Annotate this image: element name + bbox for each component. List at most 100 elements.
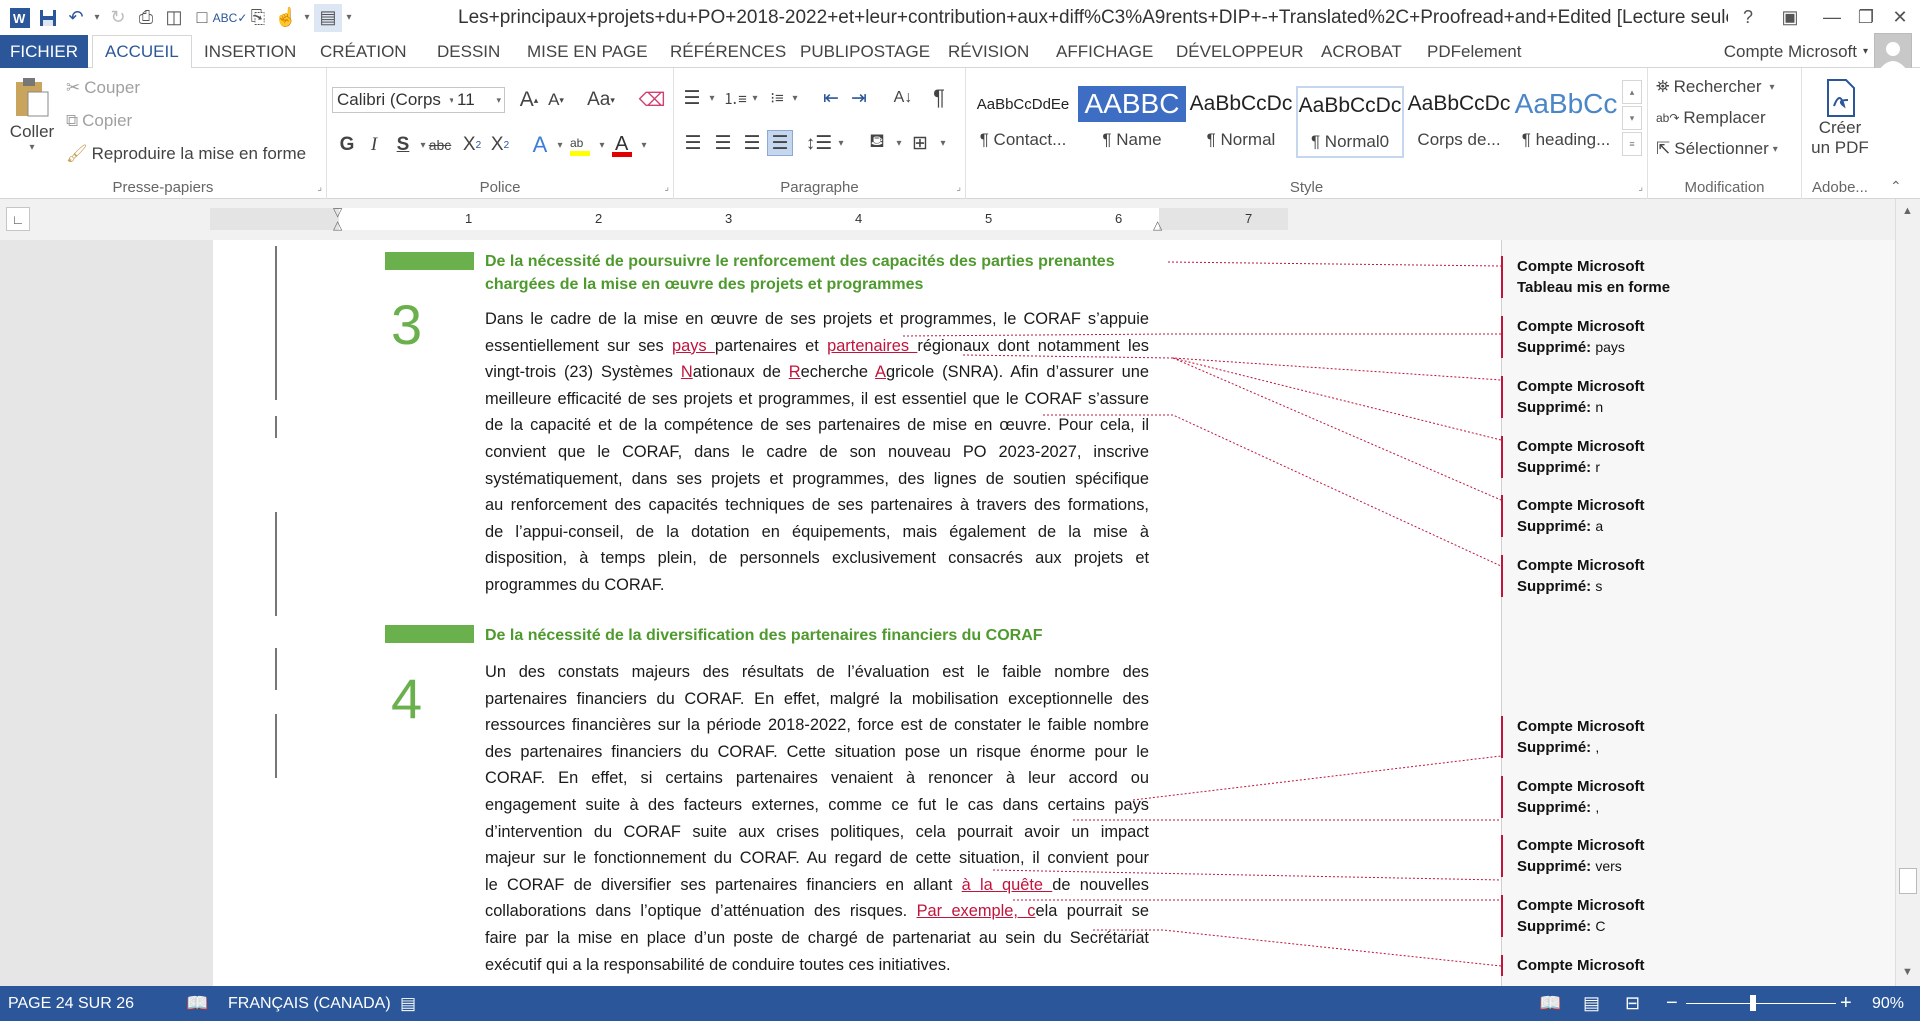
copy-button[interactable]: ⧉ Copier [66, 111, 132, 131]
horizontal-ruler[interactable]: ▽ △ △ 1 2 3 4 5 6 7 [210, 205, 1288, 232]
tab-dessin[interactable]: DESSIN [437, 35, 500, 68]
change-case-button[interactable]: Aa ▾ [581, 87, 621, 113]
align-center-icon[interactable]: ☰ [710, 130, 736, 156]
revision-balloon[interactable]: Compte Microsoft [1501, 955, 1801, 976]
zoom-level[interactable]: 90% [1872, 986, 1904, 1021]
tab-insertion[interactable]: INSERTION [204, 35, 296, 68]
revision-balloon[interactable]: Compte Microsoft Supprimé: C [1501, 895, 1801, 937]
paragraph-launcher-icon[interactable]: ⌟ [956, 182, 961, 193]
print-setup-icon[interactable]: ⎘ [244, 4, 272, 32]
tab-pdfelement[interactable]: PDFelement [1427, 35, 1521, 68]
font-launcher-icon[interactable]: ⌟ [664, 182, 669, 193]
create-pdf-button[interactable]: Créer un PDF [1806, 78, 1874, 158]
font-name-combo[interactable]: Calibri (Corps ▾ [332, 87, 458, 113]
account-menu[interactable]: Compte Microsoft ▾ [1724, 35, 1868, 68]
superscript-button[interactable]: X2 [487, 132, 513, 158]
document-page[interactable]: 3 De la nécessité de poursuivre le renfo… [213, 240, 1895, 986]
revision-balloon[interactable]: Compte Microsoft Supprimé: , [1501, 776, 1801, 818]
tab-developpeur[interactable]: DÉVELOPPEUR [1176, 35, 1304, 68]
redo-icon[interactable]: ↻ [104, 4, 132, 32]
style-contact[interactable]: AaBbCcDdEe ¶ Contact... [969, 86, 1077, 158]
left-indent-marker-icon[interactable]: △ [333, 218, 342, 232]
tab-references[interactable]: RÉFÉRENCES [670, 35, 786, 68]
scroll-down-icon[interactable]: ▼ [1902, 966, 1913, 978]
first-indent-marker-icon[interactable]: ▽ [333, 205, 342, 219]
undo-dropdown-icon[interactable]: ▾ [90, 12, 104, 23]
revision-balloon[interactable]: Compte Microsoft Supprimé: n [1501, 376, 1801, 418]
increase-indent-icon[interactable]: ⇥ [846, 85, 872, 111]
tab-publipostage[interactable]: PUBLIPOSTAGE [800, 35, 930, 68]
help-icon[interactable]: ? [1728, 0, 1768, 35]
style-normal0[interactable]: AaBbCcDc ¶ Normal0 [1296, 86, 1404, 158]
print-icon[interactable]: ⎙ [132, 4, 160, 32]
undo-icon[interactable]: ↶ [62, 4, 90, 32]
clipboard-launcher-icon[interactable]: ⌟ [317, 182, 322, 193]
revision-balloon[interactable]: Compte Microsoft Supprimé: a [1501, 495, 1801, 537]
style-normal[interactable]: AaBbCcDc ¶ Normal [1187, 86, 1295, 158]
save-icon[interactable] [34, 4, 62, 32]
proofing-icon[interactable]: 📖 [186, 986, 208, 1021]
page-indicator[interactable]: PAGE 24 SUR 26 [8, 986, 134, 1021]
cut-button[interactable]: ✂ Couper [66, 78, 140, 98]
revision-balloon[interactable]: Compte Microsoft Supprimé: vers [1501, 835, 1801, 877]
tab-accueil[interactable]: ACCUEIL [92, 35, 192, 69]
scroll-up-icon[interactable]: ▲ [1902, 205, 1913, 217]
touch-dropdown-icon[interactable]: ▾ [300, 12, 314, 23]
macro-record-icon[interactable]: ▤ [400, 986, 416, 1021]
show-marks-icon[interactable]: ¶ [926, 85, 952, 111]
word-app-icon[interactable]: W [6, 4, 34, 32]
revision-balloon[interactable]: Compte Microsoft Supprimé: , [1501, 716, 1801, 758]
tab-selector-icon[interactable]: ∟ [6, 207, 30, 231]
subscript-button[interactable]: X2 [459, 132, 485, 158]
grow-font-button[interactable]: A ▴ [516, 87, 542, 113]
paste-button[interactable]: Coller ▾ [8, 76, 56, 153]
right-indent-marker-icon[interactable]: △ [1153, 218, 1162, 232]
tab-mise-en-page[interactable]: MISE EN PAGE [527, 35, 648, 68]
close-icon[interactable]: ✕ [1880, 0, 1920, 35]
styles-launcher-icon[interactable]: ⌟ [1638, 182, 1643, 193]
style-name-heading[interactable]: AABBC ¶ Name [1078, 86, 1186, 158]
select-button[interactable]: ⇱ Sélectionner ▾ [1656, 139, 1778, 159]
document-area[interactable]: 3 De la nécessité de poursuivre le renfo… [0, 240, 1895, 986]
styles-more-icon[interactable]: ≡ [1622, 132, 1642, 156]
avatar[interactable] [1874, 33, 1912, 71]
zoom-out-icon[interactable]: − [1666, 986, 1678, 1021]
strikethrough-button[interactable]: abc [425, 132, 455, 158]
styles-scroll-down-icon[interactable]: ▾ [1622, 106, 1642, 130]
collapse-ribbon-icon[interactable]: ⌃ [1890, 178, 1902, 195]
revision-balloon[interactable]: Compte Microsoft Supprimé: pays [1501, 316, 1801, 358]
revision-balloon[interactable]: Compte Microsoft Tableau mis en forme [1501, 256, 1801, 298]
zoom-slider[interactable] [1686, 986, 1836, 1021]
tab-affichage[interactable]: AFFICHAGE [1056, 35, 1153, 68]
format-painter-button[interactable]: 🖌 Reproduire la mise en forme [66, 144, 306, 164]
font-size-combo[interactable]: 11 ▾ [453, 87, 505, 113]
read-mode-icon[interactable]: 📖 [1539, 986, 1561, 1021]
font-color-dropdown-icon[interactable]: ▾ [631, 132, 657, 158]
tab-revision[interactable]: RÉVISION [948, 35, 1029, 68]
zoom-in-icon[interactable]: + [1840, 986, 1852, 1021]
web-layout-icon[interactable]: ⊟ [1625, 986, 1640, 1021]
ribbon-display-icon[interactable]: ▣ [1770, 0, 1810, 35]
tab-acrobat[interactable]: ACROBAT [1321, 35, 1402, 68]
touch-mode-icon[interactable]: ☝ [272, 4, 300, 32]
multilevel-dropdown-icon[interactable]: ▾ [782, 85, 808, 111]
print-preview-icon[interactable]: ◫ [160, 4, 188, 32]
decrease-indent-icon[interactable]: ⇤ [818, 85, 844, 111]
layout-icon[interactable]: ▤ [314, 3, 342, 32]
shrink-font-button[interactable]: A ▾ [543, 87, 569, 113]
customize-qa-icon[interactable]: ▾ [342, 12, 356, 23]
italic-button[interactable]: I [361, 132, 387, 158]
replace-button[interactable]: ab↷ Remplacer [1656, 108, 1766, 128]
spelling-icon[interactable]: ABC✓ [213, 4, 248, 32]
scroll-thumb[interactable] [1899, 868, 1917, 894]
clear-format-icon[interactable]: ⌫ [639, 87, 666, 113]
tab-creation[interactable]: CRÉATION [320, 35, 407, 68]
vertical-scrollbar[interactable]: ▲ ▼ [1895, 199, 1920, 986]
line-spacing-dropdown-icon[interactable]: ▾ [828, 130, 854, 156]
style-heading[interactable]: AaBbCc ¶ heading... [1514, 86, 1618, 158]
align-right-icon[interactable]: ☰ [739, 130, 765, 156]
print-layout-icon[interactable]: ▤ [1583, 986, 1600, 1021]
justify-icon[interactable]: ☰ [767, 130, 793, 156]
align-left-icon[interactable]: ☰ [680, 130, 706, 156]
revision-balloon[interactable]: Compte Microsoft Supprimé: r [1501, 436, 1801, 478]
